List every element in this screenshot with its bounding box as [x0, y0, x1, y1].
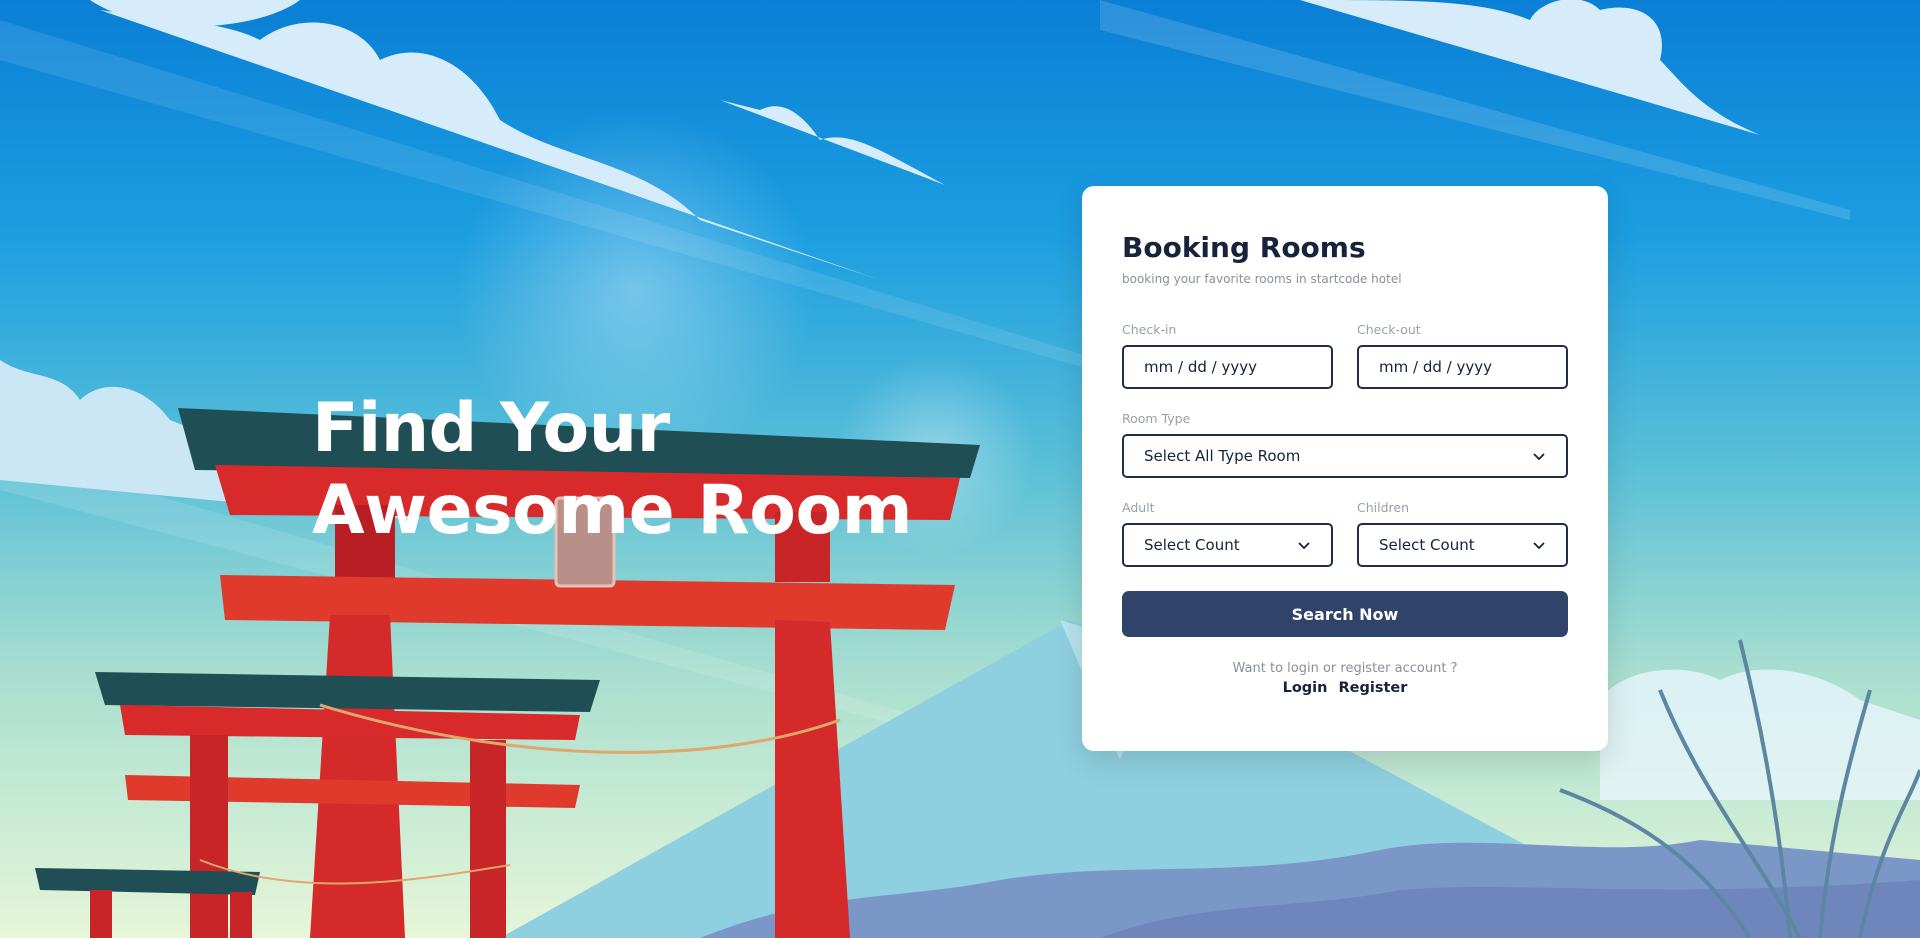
- adult-label: Adult: [1122, 500, 1155, 515]
- adult-value: Select Count: [1144, 536, 1240, 554]
- chevron-down-icon: [1298, 542, 1310, 550]
- register-link[interactable]: Register: [1339, 680, 1408, 696]
- chevron-down-icon: [1533, 453, 1545, 461]
- children-count-select[interactable]: Select Count: [1357, 523, 1568, 567]
- checkout-value: mm / dd / yyyy: [1379, 358, 1492, 376]
- hero-title: Find Your Awesome Room: [312, 389, 913, 550]
- children-field: Children Select Count: [1357, 500, 1568, 567]
- chevron-down-icon: [1533, 542, 1545, 550]
- room-type-value: Select All Type Room: [1144, 447, 1301, 465]
- guest-count-row: Adult Select Count Children Select Count: [1122, 500, 1568, 567]
- search-now-button[interactable]: Search Now: [1122, 591, 1568, 637]
- room-type-label: Room Type: [1122, 411, 1191, 426]
- children-label: Children: [1357, 500, 1410, 515]
- children-value: Select Count: [1379, 536, 1475, 554]
- adult-field: Adult Select Count: [1122, 500, 1333, 567]
- checkin-field: Check-in mm / dd / yyyy: [1122, 322, 1333, 389]
- date-row: Check-in mm / dd / yyyy Check-out mm / d…: [1122, 322, 1568, 389]
- booking-subtitle: booking your favorite rooms in startcode…: [1122, 272, 1402, 286]
- login-link[interactable]: Login: [1283, 680, 1328, 696]
- room-type-field: Room Type Select All Type Room: [1122, 411, 1568, 478]
- checkin-label: Check-in: [1122, 322, 1177, 337]
- checkout-field: Check-out mm / dd / yyyy: [1357, 322, 1568, 389]
- adult-count-select[interactable]: Select Count: [1122, 523, 1333, 567]
- room-type-select[interactable]: Select All Type Room: [1122, 434, 1568, 478]
- checkin-value: mm / dd / yyyy: [1144, 358, 1257, 376]
- booking-title: Booking Rooms: [1122, 231, 1366, 264]
- checkout-date-input[interactable]: mm / dd / yyyy: [1357, 345, 1568, 389]
- checkin-date-input[interactable]: mm / dd / yyyy: [1122, 345, 1333, 389]
- booking-card: Booking Rooms booking your favorite room…: [1082, 186, 1608, 751]
- account-links: Login Register: [1122, 680, 1568, 696]
- account-prompt: Want to login or register account ?: [1232, 661, 1458, 676]
- checkout-label: Check-out: [1357, 322, 1421, 337]
